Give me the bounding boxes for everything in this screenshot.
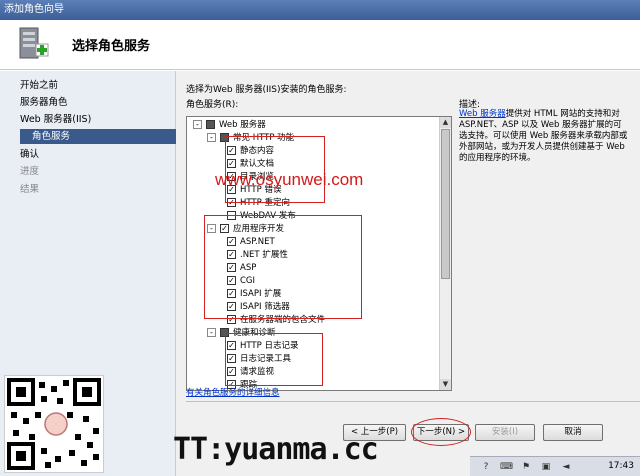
- tree-item-label: Web 服务器: [219, 120, 266, 130]
- nav-item-server-roles[interactable]: 服务器角色: [20, 95, 68, 110]
- next-highlight-circle: [411, 418, 471, 446]
- window-title: 添加角色向导: [0, 0, 640, 20]
- collapse-icon[interactable]: -: [207, 133, 216, 142]
- scroll-thumb[interactable]: [441, 129, 450, 279]
- instruction-text: 选择为Web 服务器(IIS)安装的角色服务:: [186, 85, 347, 95]
- scroll-up-arrow-icon[interactable]: ▲: [440, 117, 451, 128]
- wizard-header: 选择角色服务: [0, 20, 640, 70]
- nav-item-progress: 进度: [20, 166, 40, 177]
- more-info-link[interactable]: 有关角色服务的详细信息: [186, 386, 280, 398]
- description-text: Web 服务器提供对 HTML 网站的支持和对 ASP.NET、ASP 以及 W…: [459, 109, 629, 164]
- clock: 17:43: [608, 461, 634, 471]
- install-button: 安装(I): [475, 424, 535, 441]
- role-services-tree[interactable]: - Web 服务器 - 常见 HTTP 功能 ✓ 静态内容 ✓ 默认文档 ✓ 目录浏览 ✓ HTTP …: [186, 116, 452, 391]
- nav-item-web-server[interactable]: Web 服务器(IIS): [20, 112, 91, 127]
- collapse-icon[interactable]: -: [193, 120, 202, 129]
- nav-item-results: 结果: [20, 184, 40, 195]
- volume-icon[interactable]: ◄: [560, 461, 572, 473]
- highlight-box-health: [225, 333, 323, 386]
- role-services-label: 角色服务(R):: [186, 100, 239, 110]
- tree-scrollbar[interactable]: ▲ ▼: [439, 117, 451, 390]
- nav-item-before-you-begin[interactable]: 开始之前: [20, 78, 58, 93]
- qr-code-icon: [4, 375, 104, 473]
- page-title: 选择角色服务: [72, 39, 151, 54]
- taskbar: ? ⌨ ⚑ ▣ ◄ 17:43: [470, 456, 640, 476]
- flag-icon[interactable]: ⚑: [520, 461, 532, 473]
- scroll-down-arrow-icon[interactable]: ▼: [440, 379, 451, 390]
- description-link[interactable]: Web 服务器: [459, 109, 506, 119]
- collapse-icon[interactable]: -: [207, 328, 216, 337]
- help-icon[interactable]: ?: [480, 461, 492, 473]
- checkbox[interactable]: [206, 120, 215, 129]
- network-icon[interactable]: ▣: [540, 461, 552, 473]
- divider: [186, 401, 640, 402]
- cancel-button[interactable]: 取消: [543, 424, 603, 441]
- nav-item-role-services[interactable]: 角色服务: [20, 129, 176, 144]
- keyboard-icon[interactable]: ⌨: [500, 461, 513, 473]
- server-add-icon: [19, 27, 49, 59]
- brand-text: TT:yuanma.cc: [173, 432, 379, 467]
- watermark-text: www.osyunwei.com: [215, 170, 364, 189]
- tree-item[interactable]: - Web 服务器: [193, 119, 266, 131]
- highlight-box-app-dev: [204, 215, 362, 319]
- nav-item-confirmation[interactable]: 确认: [20, 147, 39, 162]
